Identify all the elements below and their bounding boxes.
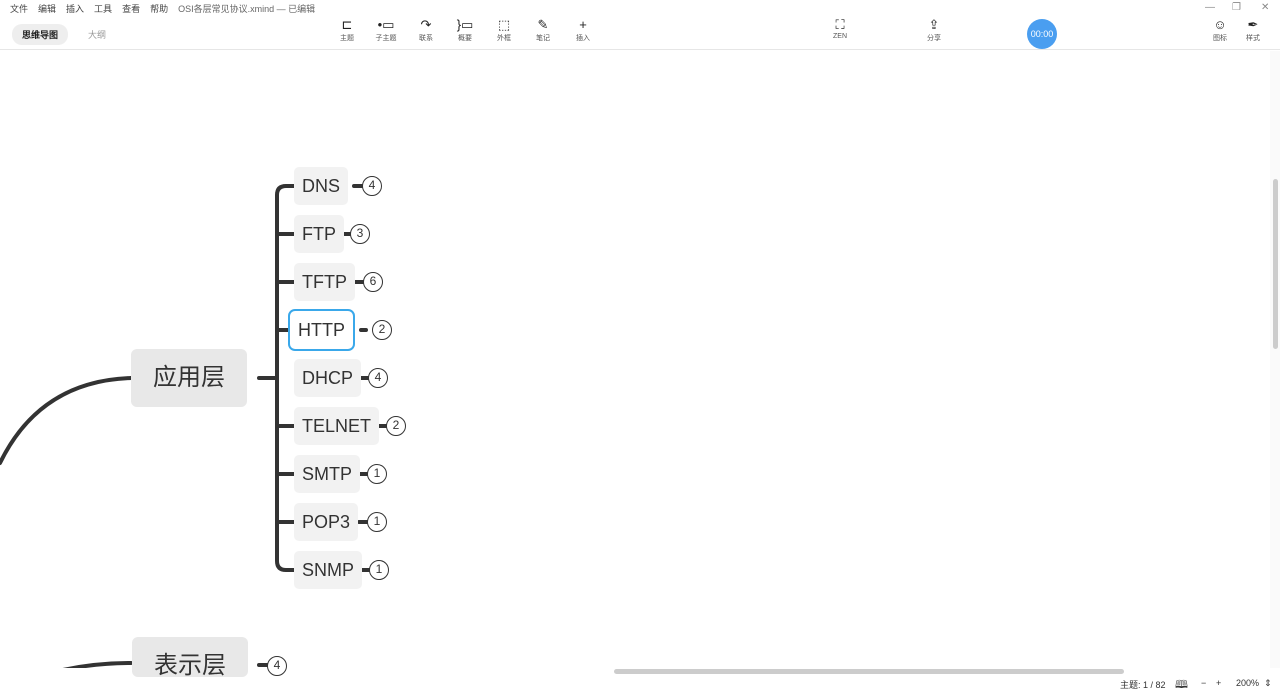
note-button[interactable]: ✎ 笔记 [527,16,559,43]
boundary-button[interactable]: ⬚ 外框 [488,16,520,43]
document-title: OSI各层常见协议.xmind — 已编辑 [178,4,316,14]
topic-icon: ⊏ [341,17,353,32]
top-bar: 文件 编辑 插入 工具 查看 帮助 OSI各层常见协议.xmind — 已编辑 … [0,0,1280,50]
zoom-out-button[interactable]: − [1201,678,1206,688]
summary-button[interactable]: }▭ 概要 [449,16,481,43]
zoom-in-button[interactable]: + [1216,678,1221,688]
collapsed-count-badge[interactable]: 2 [372,320,392,340]
relationship-icon: ↷ [420,17,432,32]
menu-edit[interactable]: 编辑 [38,2,56,15]
style-panel-button[interactable]: ✒ 样式 [1237,16,1269,43]
collapsed-count-badge[interactable]: 1 [367,512,387,532]
topic-dhcp[interactable]: DHCP [294,359,362,397]
topic-ftp[interactable]: FTP [294,215,344,253]
tab-mindmap[interactable]: 思维导图 [12,24,69,45]
insert-button[interactable]: + 插入 [567,16,599,43]
collapsed-count-badge[interactable]: 4 [362,176,382,196]
collapsed-count-badge[interactable]: 1 [369,560,389,580]
menu-file[interactable]: 文件 [10,2,28,15]
menu-bar: 文件 编辑 插入 工具 查看 帮助 OSI各层常见协议.xmind — 已编辑 [10,2,315,15]
relationship-button[interactable]: ↷ 联系 [410,16,442,43]
zoom-level[interactable]: 200% [1236,678,1259,688]
topic-button[interactable]: ⊏ 主题 [331,16,363,43]
timer[interactable]: 00:00 [1027,19,1057,49]
collapsed-count-badge[interactable]: 4 [368,368,388,388]
menu-tools[interactable]: 工具 [94,2,112,15]
maximize-icon[interactable]: ❐ [1232,2,1241,13]
subtopic-button[interactable]: •▭ 子主题 [370,16,402,43]
summary-icon: }▭ [456,17,474,32]
topic-smtp[interactable]: SMTP [294,455,361,493]
topic-snmp[interactable]: SNMP [294,551,363,589]
menu-insert[interactable]: 插入 [66,2,84,15]
zoom-stepper-icon[interactable]: ⇕ [1264,678,1272,689]
plus-icon: + [579,17,587,32]
menu-view[interactable]: 查看 [122,2,140,15]
tab-outline[interactable]: 大纲 [78,24,116,45]
topic-tftp[interactable]: TFTP [294,263,355,301]
minimize-icon[interactable]: — [1205,2,1215,13]
share-button[interactable]: ⇪ 分享 [918,16,950,43]
topic-pop3[interactable]: POP3 [294,503,359,541]
topic-telnet[interactable]: TELNET [294,407,380,445]
topic-application-layer[interactable]: 应用层 [131,349,247,407]
zen-button[interactable]: ⛶ ZEN [824,16,856,40]
note-icon: ✎ [537,17,549,32]
topic-dns[interactable]: DNS [294,167,349,205]
icon-panel-button[interactable]: ☺ 图标 [1204,16,1236,43]
subtopic-icon: •▭ [377,17,395,32]
fullscreen-icon: ⛶ [835,17,845,32]
topic-count: 主题: 1 / 82 [1120,680,1166,690]
menu-help[interactable]: 帮助 [150,2,168,15]
mindmap-canvas[interactable]: 应用层 表示层 4 DNS 4 FTP 3 TFTP 6 HTTP 2 DHCP 4 TELNET 2… [0,51,1270,677]
horizontal-scrollbar[interactable] [0,668,1270,676]
map-icon[interactable]: 🕮 [1175,676,1188,695]
collapsed-count-badge[interactable]: 1 [367,464,387,484]
brush-icon: ✒ [1247,17,1259,32]
collapsed-count-badge[interactable]: 3 [350,224,370,244]
status-bar: 主题: 1 / 82 🕮 − + 200% ⇕ [0,676,1280,692]
collapsed-count-badge[interactable]: 6 [363,272,383,292]
close-icon[interactable]: ✕ [1261,2,1269,13]
vertical-scrollbar[interactable] [1270,51,1280,668]
emoji-icon: ☺ [1213,17,1227,32]
boundary-icon: ⬚ [497,17,511,32]
share-icon: ⇪ [928,17,940,32]
topic-http[interactable]: HTTP [288,309,355,351]
collapsed-count-badge[interactable]: 2 [386,416,406,436]
